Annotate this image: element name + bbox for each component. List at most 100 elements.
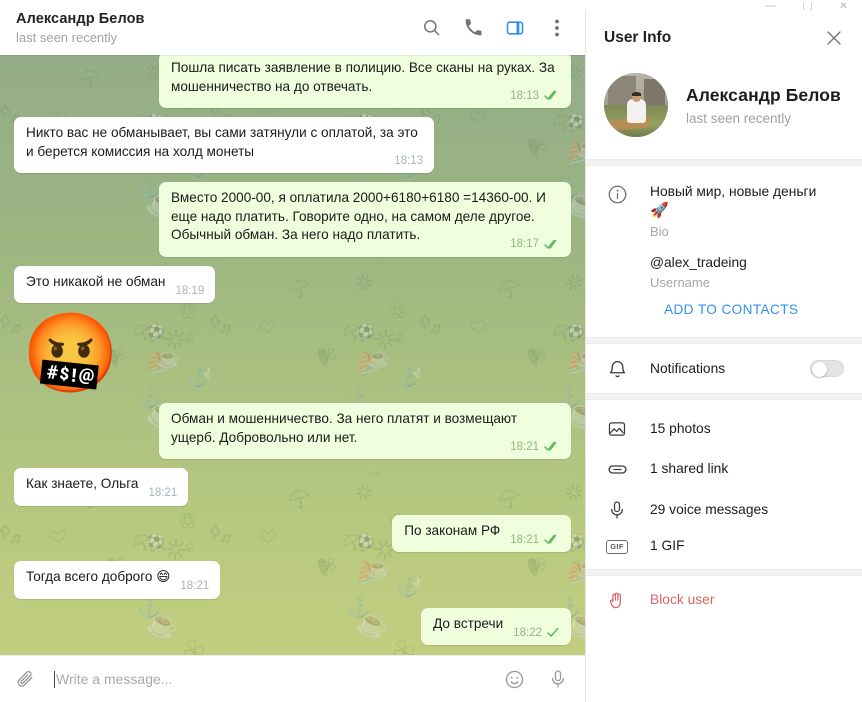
message-text: Как знаете, Ольга [26, 476, 139, 491]
toggle-knob [812, 362, 827, 377]
minimize-button[interactable]: — [765, 3, 776, 10]
media-row-gif[interactable]: GIF 1 GIF [586, 529, 862, 563]
message-row-sticker: 🤬 [14, 312, 571, 394]
message-bubble[interactable]: Вместо 2000-00, я оплатила 2000+6180+618… [159, 182, 571, 257]
message-meta: 18:21 [510, 438, 560, 457]
read-ticks-double-icon [544, 90, 560, 101]
composer-actions [501, 666, 571, 692]
user-profile-summary[interactable]: Александр Белов last seen recently [586, 65, 862, 159]
message-time: 18:13 [394, 154, 423, 167]
window-controls: — ▢ ✕ [585, 0, 862, 10]
message-meta: 18:19 [175, 282, 204, 301]
shared-media-section: 15 photos 1 shared link 29 voice message… [586, 400, 862, 569]
user-details-section: Новый мир, новые деньги 🚀 Bio @alex_trad… [586, 166, 862, 337]
close-icon[interactable] [822, 26, 846, 50]
chat-header: Александр Белов last seen recently [0, 0, 585, 55]
message-bubble[interactable]: По законам РФ 18:21 [392, 514, 571, 552]
media-label: 29 voice messages [650, 501, 769, 517]
add-to-contacts-button[interactable]: ADD TO CONTACTS [586, 298, 862, 333]
message-meta: 18:21 [180, 577, 209, 596]
message-text: Это никакой не обман [26, 273, 166, 289]
info-circle-icon [604, 182, 630, 205]
message-meta: 18:21 [510, 531, 560, 550]
gif-icon: GIF [604, 538, 630, 554]
message-composer [0, 655, 585, 702]
message-bubble[interactable]: Как знаете, Ольга 18:21 [14, 468, 189, 506]
message-time: 18:13 [510, 89, 539, 102]
message-scroll-area[interactable]: ... сообщение обрезано ... 18:12 [0, 55, 585, 655]
message-meta: 18:13 [510, 87, 560, 106]
message-time: 18:22 [513, 626, 542, 639]
message-text: Обман и мошенничество. За него платят и … [171, 411, 518, 445]
link-icon [604, 457, 630, 480]
message-input-wrapper[interactable] [48, 670, 491, 688]
media-label: 1 shared link [650, 461, 729, 476]
message-bubble[interactable]: Никто вас не обманывает, вы сами затянул… [14, 117, 434, 173]
bell-icon [604, 357, 630, 380]
block-user-row[interactable]: Block user [586, 576, 862, 624]
bio-text: Новый мир, новые деньги [650, 184, 817, 199]
chat-title-group[interactable]: Александр Белов last seen recently [16, 11, 419, 45]
message-input[interactable] [56, 671, 491, 687]
avatar[interactable] [604, 73, 668, 137]
info-panel-icon[interactable] [503, 16, 527, 40]
username-icon-placeholder [604, 253, 630, 255]
message-row: До встречи 18:22 [14, 607, 571, 645]
bio-row[interactable]: Новый мир, новые деньги 🚀 Bio [586, 172, 862, 247]
message-row: Никто вас не обманывает, вы сами затянул… [14, 117, 571, 173]
media-row-voice[interactable]: 29 voice messages [586, 489, 862, 529]
message-text: Никто вас не обманывает, вы сами затянул… [26, 125, 418, 159]
text-caret [54, 670, 55, 688]
notifications-row[interactable]: Notifications [586, 344, 862, 393]
message-bubble[interactable]: До встречи 18:22 [421, 607, 571, 645]
microphone-icon [604, 498, 630, 520]
divider [586, 337, 862, 344]
user-info-panel: User Info Александр Белов last seen rece… [585, 0, 862, 702]
close-window-button[interactable]: ✕ [839, 3, 848, 10]
block-user-label: Block user [650, 592, 715, 607]
message-time: 18:21 [180, 580, 210, 592]
smiley-icon[interactable] [501, 666, 527, 692]
user-info-title: User Info [604, 28, 672, 46]
more-menu-icon[interactable] [545, 16, 569, 40]
message-row: Вместо 2000-00, я оплатила 2000+6180+618… [14, 182, 571, 257]
message-bubble[interactable]: Это никакой не обман 18:19 [14, 265, 216, 303]
search-icon[interactable] [419, 16, 443, 40]
message-text: Вместо 2000-00, я оплатила 2000+6180+618… [171, 190, 546, 242]
message-meta: 18:17 [510, 235, 560, 254]
read-ticks-single-icon [547, 627, 560, 638]
telegram-window: — ▢ ✕ Александр Белов last seen recently [0, 0, 862, 702]
media-label: 1 GIF [650, 538, 685, 554]
message-text: Тогда всего доброго 😄 [26, 569, 171, 584]
username-row[interactable]: @alex_tradeing Username [586, 247, 862, 298]
message-bubble[interactable]: Обман и мошенничество. За него платят и … [159, 403, 571, 459]
message-row: Тогда всего доброго 😄 18:21 [14, 561, 571, 599]
media-row-photos[interactable]: 15 photos [586, 408, 862, 448]
panel-filler [586, 624, 862, 702]
read-ticks-double-icon [544, 534, 560, 545]
message-row: Это никакой не обман 18:19 [14, 265, 571, 303]
notifications-toggle[interactable] [810, 360, 844, 377]
message-bubble[interactable]: Тогда всего доброго 😄 18:21 [14, 561, 221, 599]
message-time: 18:21 [510, 440, 539, 453]
message-time: 18:21 [510, 533, 539, 546]
phone-icon[interactable] [461, 16, 485, 40]
message-text: До встречи [433, 615, 504, 631]
sticker-angry-face[interactable]: 🤬 [14, 312, 119, 394]
message-bubble[interactable]: Пошла писать заявление в полицию. Все ск… [159, 55, 571, 108]
bio-body: Новый мир, новые деньги 🚀 Bio [650, 182, 846, 239]
notifications-label: Notifications [650, 361, 726, 376]
read-ticks-double-icon [544, 239, 560, 250]
hand-stop-icon [604, 589, 630, 611]
media-row-links[interactable]: 1 shared link [586, 448, 862, 489]
maximize-button[interactable]: ▢ [802, 3, 812, 10]
microphone-icon[interactable] [545, 666, 571, 692]
user-info-header: User Info [586, 10, 862, 65]
message-meta: 18:13 [394, 152, 423, 171]
profile-text-group: Александр Белов last seen recently [686, 85, 841, 126]
photo-icon [604, 417, 630, 439]
paperclip-icon[interactable] [12, 666, 38, 692]
bio-emoji: 🚀 [650, 202, 669, 219]
chat-header-actions [419, 16, 573, 40]
divider [586, 568, 862, 576]
